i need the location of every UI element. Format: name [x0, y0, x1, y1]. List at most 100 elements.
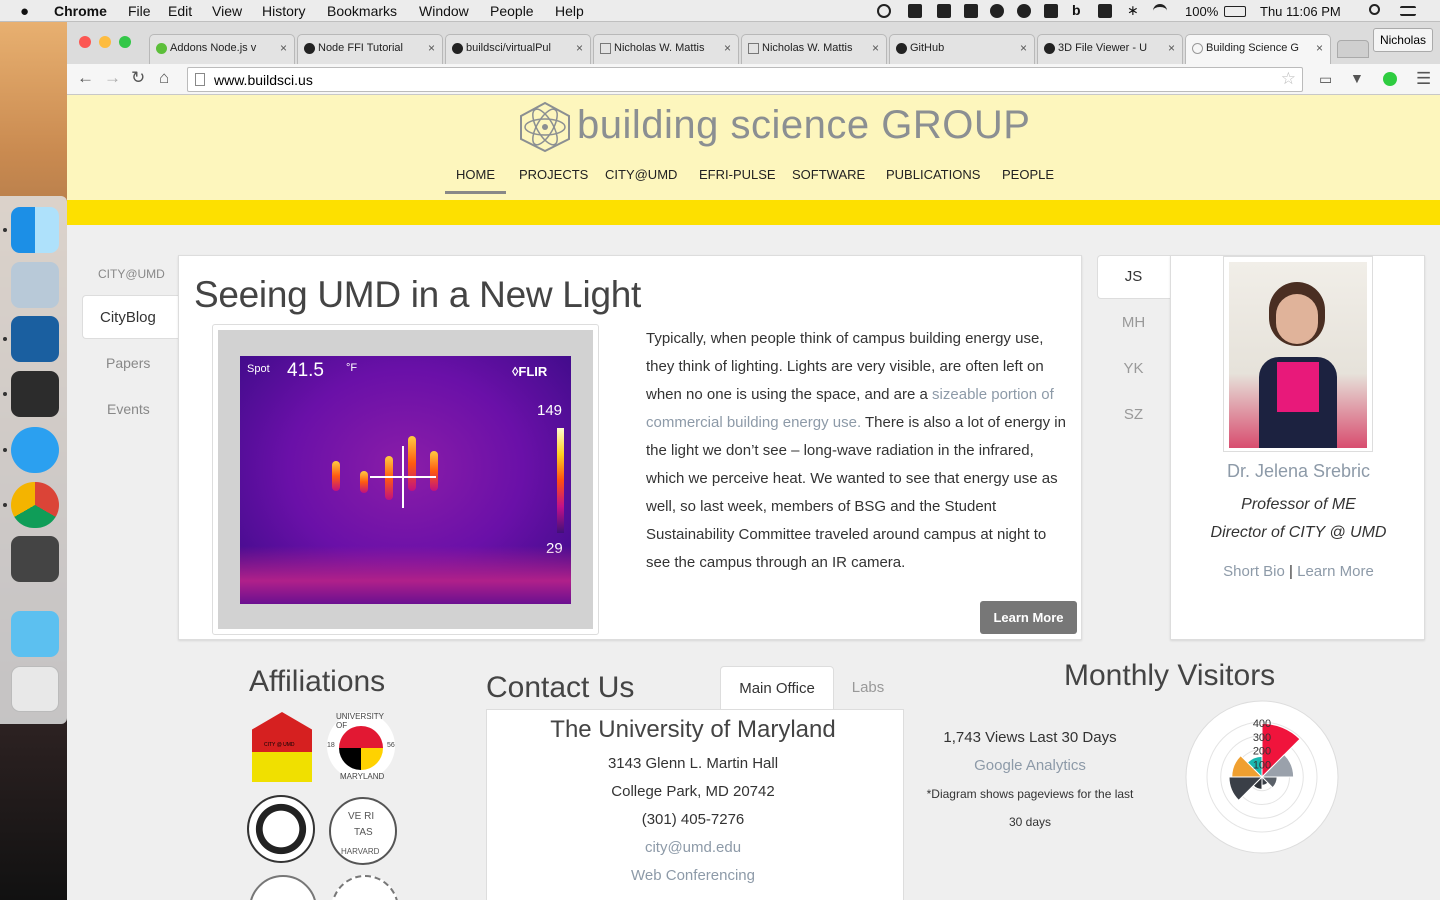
sublime-text-icon[interactable]: [11, 536, 59, 582]
finder-icon[interactable]: [11, 207, 59, 253]
menu-history[interactable]: History: [262, 3, 306, 19]
new-tab-button[interactable]: [1337, 40, 1369, 58]
nav-projects[interactable]: PROJECTS: [519, 167, 588, 182]
nav-efri-pulse[interactable]: EFRI-PULSE: [699, 167, 776, 182]
back-arrow-icon[interactable]: ←: [77, 68, 94, 88]
side-nav-events[interactable]: Events: [107, 401, 150, 417]
side-nav-city-umd[interactable]: CITY@UMD: [98, 267, 165, 281]
page-info-icon[interactable]: [195, 73, 205, 86]
tab-node-ffi[interactable]: Node FFI Tutorial ×: [297, 34, 443, 64]
mit-seal[interactable]: [249, 875, 317, 900]
evernote-icon[interactable]: [964, 4, 978, 18]
battery-icon[interactable]: [1224, 6, 1246, 17]
side-nav-cityblog[interactable]: CityBlog: [100, 309, 156, 326]
bluetooth-icon[interactable]: ∗: [1127, 2, 1141, 18]
downloads-folder-icon[interactable]: [11, 611, 59, 657]
screen-icon[interactable]: [908, 4, 922, 18]
close-window-icon[interactable]: [79, 36, 91, 48]
tab-main-office[interactable]: Main Office: [720, 666, 834, 710]
contact-phone[interactable]: (301) 405-7276: [487, 811, 899, 828]
learn-more-button[interactable]: Learn More: [980, 601, 1077, 634]
wifi-icon[interactable]: [1153, 4, 1167, 18]
menu-bookmarks[interactable]: Bookmarks: [327, 3, 397, 19]
reload-icon[interactable]: ↻: [131, 68, 145, 88]
notification-center-icon[interactable]: [1400, 6, 1416, 16]
menu-people[interactable]: People: [490, 3, 534, 19]
extension-icon[interactable]: [1383, 72, 1397, 86]
post-title[interactable]: Seeing UMD in a New Light: [194, 274, 641, 316]
nav-people[interactable]: PEOPLE: [1002, 167, 1054, 182]
bsg-logo-icon[interactable]: [517, 101, 573, 153]
pocket-icon[interactable]: ▼: [1350, 70, 1364, 86]
profile-photo[interactable]: [1223, 256, 1373, 452]
nav-software[interactable]: SOFTWARE: [792, 167, 865, 182]
tab-building-science[interactable]: Building Science G ×: [1185, 34, 1331, 64]
glasses-icon[interactable]: [877, 4, 891, 18]
tab-nicholas-1[interactable]: Nicholas W. Mattis ×: [593, 34, 739, 64]
umd-seal[interactable]: UNIVERSITY OF 18 56 MARYLAND: [327, 712, 395, 781]
close-tab-icon[interactable]: ×: [1168, 41, 1175, 55]
menu-file[interactable]: File: [128, 3, 151, 19]
menubar-clock[interactable]: Thu 11:06 PM: [1260, 4, 1341, 19]
menu-edit[interactable]: Edit: [168, 3, 192, 19]
menu-help[interactable]: Help: [555, 3, 584, 19]
close-tab-icon[interactable]: ×: [872, 41, 879, 55]
chrome-icon[interactable]: [11, 482, 59, 528]
apple-menu-icon[interactable]: ●: [20, 3, 29, 20]
menu-window[interactable]: Window: [419, 3, 469, 19]
city-umd-logo[interactable]: CITY @ UMD: [252, 712, 312, 782]
people-tab-yk[interactable]: YK: [1097, 360, 1170, 377]
close-tab-icon[interactable]: ×: [428, 41, 435, 55]
textwrangler-icon[interactable]: [11, 316, 59, 362]
forward-arrow-icon[interactable]: →: [104, 68, 121, 88]
close-tab-icon[interactable]: ×: [280, 41, 287, 55]
bookmark-star-icon[interactable]: ☆: [1281, 69, 1296, 89]
close-tab-icon[interactable]: ×: [576, 41, 583, 55]
web-conferencing-link[interactable]: Web Conferencing: [487, 867, 899, 884]
profile-button[interactable]: Nicholas: [1372, 28, 1433, 52]
tab-nicholas-2[interactable]: Nicholas W. Mattis ×: [741, 34, 887, 64]
nav-publications[interactable]: PUBLICATIONS: [886, 167, 980, 182]
harvard-seal[interactable]: VE RI TAS HARVARD: [329, 797, 397, 865]
mail-icon[interactable]: [11, 262, 59, 308]
side-nav-papers[interactable]: Papers: [106, 355, 150, 371]
people-tab-js[interactable]: JS: [1097, 268, 1170, 285]
messages-icon[interactable]: [11, 427, 59, 473]
visitors-polar-chart[interactable]: 400 300 200100: [1185, 700, 1339, 854]
cast-icon[interactable]: ▭: [1319, 71, 1332, 88]
profile-learn-more-link[interactable]: Learn More: [1297, 563, 1374, 580]
chat-icon[interactable]: [1017, 4, 1031, 18]
close-tab-icon[interactable]: ×: [724, 41, 731, 55]
b-app-icon[interactable]: b: [1072, 2, 1086, 18]
home-icon[interactable]: ⌂: [159, 68, 169, 88]
minimize-window-icon[interactable]: [99, 36, 111, 48]
thermal-image[interactable]: Spot 41.5 °F ◊FLIR 149 29: [240, 356, 571, 604]
tab-addons-nodejs[interactable]: Addons Node.js v ×: [149, 34, 295, 64]
people-tab-mh[interactable]: MH: [1097, 314, 1170, 331]
bell-icon[interactable]: [990, 4, 1004, 18]
short-bio-link[interactable]: Short Bio: [1223, 563, 1285, 580]
close-tab-icon[interactable]: ×: [1020, 41, 1027, 55]
tab-labs[interactable]: Labs: [834, 666, 902, 710]
tab-virtualpulse[interactable]: buildsci/virtualPul ×: [445, 34, 591, 64]
pinwheel-icon[interactable]: [937, 4, 951, 18]
dropbox-icon[interactable]: [1044, 4, 1058, 18]
maximize-window-icon[interactable]: [119, 36, 131, 48]
drive-icon[interactable]: [1098, 4, 1112, 18]
google-analytics-link[interactable]: Google Analytics: [915, 757, 1145, 774]
spotlight-search-icon[interactable]: [1369, 4, 1380, 15]
menu-view[interactable]: View: [212, 3, 242, 19]
site-brand[interactable]: building science GROUP: [577, 103, 1030, 148]
tab-3d-file-viewer[interactable]: 3D File Viewer - U ×: [1037, 34, 1183, 64]
address-bar[interactable]: www.buildsci.us ☆: [187, 67, 1303, 92]
chrome-menu-icon[interactable]: ☰: [1416, 69, 1431, 89]
app-menu[interactable]: Chrome: [54, 3, 107, 19]
terminal-icon[interactable]: [11, 371, 59, 417]
people-tab-sz[interactable]: SZ: [1097, 406, 1170, 423]
trash-icon[interactable]: [11, 666, 59, 712]
close-tab-icon[interactable]: ×: [1316, 41, 1323, 55]
nav-city-umd[interactable]: CITY@UMD: [605, 167, 677, 182]
penn-state-seal[interactable]: [247, 795, 315, 863]
profile-name[interactable]: Dr. Jelena Srebric: [1171, 461, 1426, 482]
contact-email-link[interactable]: city@umd.edu: [487, 839, 899, 856]
